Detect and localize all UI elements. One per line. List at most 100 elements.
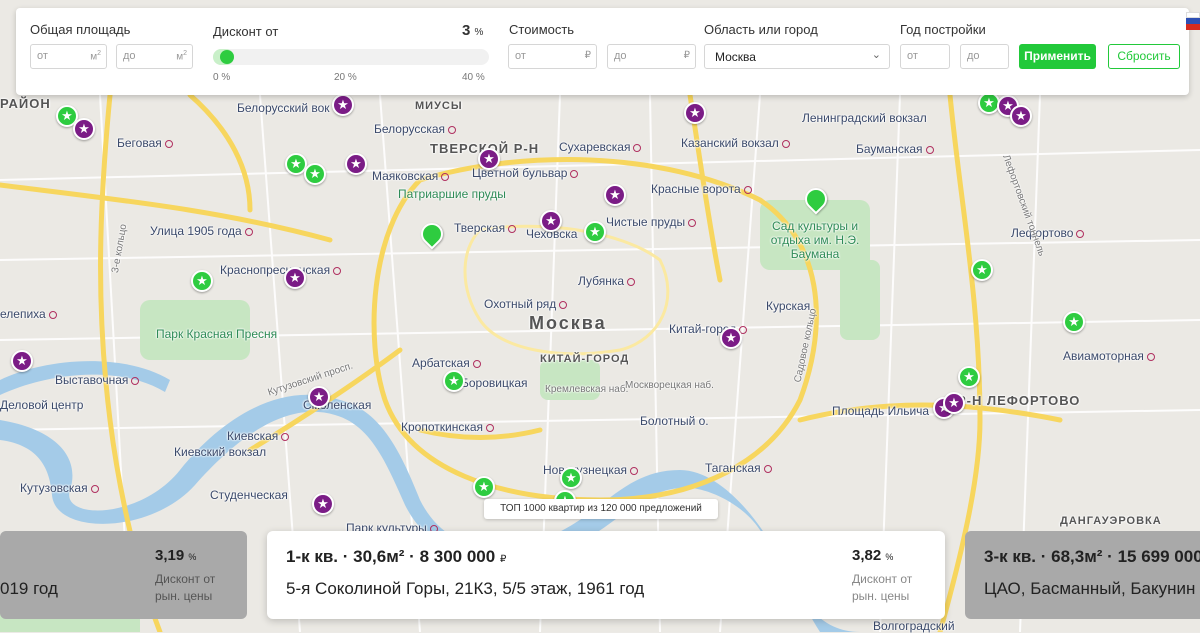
year-from-input[interactable]: от bbox=[900, 44, 950, 69]
listing-card-active[interactable]: 1-к кв. · 30,6м² · 8 300 000 ₽ 5-я Сокол… bbox=[267, 531, 945, 619]
listing-pin[interactable]: ★ bbox=[958, 366, 980, 388]
district-label: РАЙОН bbox=[0, 96, 51, 111]
city-label: Москва bbox=[529, 313, 607, 333]
listing-pin[interactable]: ★ bbox=[443, 370, 465, 392]
listing-card-prev[interactable]: 019 год 3,19 % Дисконт от рын. цены bbox=[0, 531, 247, 619]
slider-tick: 20 % bbox=[334, 72, 357, 83]
listing-pin[interactable]: ★ bbox=[720, 327, 742, 349]
listing-title: 3-к кв. · 68,3м² · 15 699 000 bbox=[984, 547, 1200, 566]
area-from-input[interactable]: от м2 bbox=[30, 44, 107, 69]
reset-button[interactable]: Сбросить bbox=[1108, 44, 1180, 69]
listing-subtitle: 5-я Соколиной Горы, 21К3, 5/5 этаж, 1961… bbox=[286, 579, 645, 598]
region-select[interactable]: Москва ⌄ bbox=[704, 44, 890, 69]
park-label: Сад культуры и отдыха им. Н.Э. Баумана bbox=[770, 219, 860, 261]
station-label: Ленинградский вокзал bbox=[802, 111, 927, 125]
currency-label: ₽ bbox=[683, 50, 690, 61]
listing-pin[interactable]: ★ bbox=[332, 94, 354, 116]
station-label: Лефортово bbox=[1011, 226, 1085, 240]
station-label: Авиамоторная bbox=[1063, 349, 1155, 363]
listing-pin[interactable]: ★ bbox=[540, 210, 562, 232]
listing-discount-label: Дисконт от рын. цены bbox=[852, 572, 913, 603]
station-label: Сухаревская bbox=[559, 140, 642, 154]
listing-pin[interactable]: ★ bbox=[1010, 105, 1032, 127]
station-label: Новокузнецкая bbox=[543, 463, 638, 477]
listing-pin[interactable]: ★ bbox=[308, 386, 330, 408]
street-label: Кремлевская наб. bbox=[545, 384, 629, 395]
discount-slider[interactable] bbox=[213, 49, 489, 65]
station-label: Тверская bbox=[454, 221, 517, 235]
station-label: Киевский вокзал bbox=[174, 445, 267, 459]
apply-button[interactable]: Применить bbox=[1019, 44, 1096, 69]
station-label: Болотный о. bbox=[640, 414, 709, 428]
listing-pin[interactable]: ★ bbox=[684, 102, 706, 124]
listing-pin[interactable]: ★ bbox=[604, 184, 626, 206]
listing-pin[interactable]: ★ bbox=[284, 267, 306, 289]
discount-label: Дисконт от bbox=[213, 24, 279, 39]
listing-discount: 3,82 % bbox=[852, 547, 894, 564]
station-label: Красные ворота bbox=[651, 182, 752, 196]
placeholder: от bbox=[37, 50, 48, 62]
listing-pin[interactable]: ★ bbox=[478, 148, 500, 170]
station-label: Кропоткинская bbox=[401, 420, 495, 434]
listing-pin[interactable]: ★ bbox=[345, 153, 367, 175]
station-label: Деловой центр bbox=[0, 398, 84, 412]
listing-discount-label: Дисконт от рын. цены bbox=[155, 572, 216, 603]
station-label: Бауманская bbox=[856, 142, 934, 156]
station-label: Выставочная bbox=[55, 373, 140, 387]
street-label: Москворецкая наб. bbox=[625, 380, 714, 391]
unit-label: м2 bbox=[176, 50, 187, 63]
listing-pin[interactable]: ★ bbox=[11, 350, 33, 372]
area-to-input[interactable]: до м2 bbox=[116, 44, 193, 69]
price-label: Стоимость bbox=[509, 22, 575, 37]
year-to-input[interactable]: до bbox=[960, 44, 1009, 69]
slider-tick: 40 % bbox=[462, 72, 485, 83]
station-label: Студенческая bbox=[210, 488, 288, 502]
region-value: Москва bbox=[715, 50, 756, 64]
language-flag-icon[interactable] bbox=[1186, 12, 1200, 30]
listing-card-next[interactable]: 3-к кв. · 68,3м² · 15 699 000 ЦАО, Басма… bbox=[965, 531, 1200, 619]
slider-thumb[interactable] bbox=[220, 50, 234, 64]
station-label: Маяковская bbox=[372, 169, 450, 183]
station-label: Волгоградский bbox=[873, 619, 955, 633]
listing-pin[interactable]: ★ bbox=[304, 163, 326, 185]
area-label: Общая площадь bbox=[30, 22, 131, 37]
price-to-input[interactable]: до ₽ bbox=[607, 44, 696, 69]
station-label: Боровицкая bbox=[461, 376, 528, 390]
top-listings-ribbon: ТОП 1000 квартир из 120 000 предложений bbox=[484, 499, 718, 519]
listing-pin[interactable]: ★ bbox=[191, 270, 213, 292]
listing-pin[interactable]: ★ bbox=[73, 118, 95, 140]
district-label: КИТАЙ-ГОРОД bbox=[540, 353, 630, 365]
listing-subtitle: ЦАО, Басманный, Бакунин bbox=[984, 579, 1196, 598]
station-label: Киевская bbox=[227, 429, 290, 443]
listing-pin[interactable]: ★ bbox=[584, 221, 606, 243]
listing-discount: 3,19 % bbox=[155, 547, 197, 564]
district-label: МИУСЫ bbox=[415, 100, 463, 112]
listing-pin[interactable]: ★ bbox=[312, 493, 334, 515]
station-label: Белорусская bbox=[374, 122, 457, 136]
region-label: Область или город bbox=[704, 22, 818, 37]
listing-pin[interactable]: ★ bbox=[943, 392, 965, 414]
station-label: Беговая bbox=[117, 136, 173, 150]
price-from-input[interactable]: от ₽ bbox=[508, 44, 597, 69]
park-label: Парк Красная Пресня bbox=[156, 327, 278, 341]
park-label: Патриаршие пруды bbox=[398, 187, 506, 201]
listing-subtitle: 019 год bbox=[0, 579, 58, 598]
listing-pin[interactable]: ★ bbox=[473, 476, 495, 498]
station-label: Арбатская bbox=[412, 356, 481, 370]
unit-label: м2 bbox=[90, 50, 101, 63]
listing-pin[interactable]: ★ bbox=[560, 467, 582, 489]
placeholder: от bbox=[907, 50, 918, 62]
placeholder: до bbox=[123, 50, 136, 62]
listing-pin[interactable]: ★ bbox=[1063, 311, 1085, 333]
station-label: Краснопресненская bbox=[220, 263, 342, 277]
station-label: Белорусский вок bbox=[237, 101, 330, 115]
placeholder: до bbox=[967, 50, 980, 62]
listing-pin[interactable]: ★ bbox=[971, 259, 993, 281]
station-label: Улица 1905 года bbox=[150, 224, 253, 238]
currency-label: ₽ bbox=[584, 50, 591, 61]
station-label: Казанский вокзал bbox=[681, 136, 790, 150]
station-label: Охотный ряд bbox=[484, 297, 568, 311]
station-label: Таганская bbox=[705, 461, 772, 475]
placeholder: от bbox=[515, 50, 526, 62]
placeholder: до bbox=[614, 50, 627, 62]
